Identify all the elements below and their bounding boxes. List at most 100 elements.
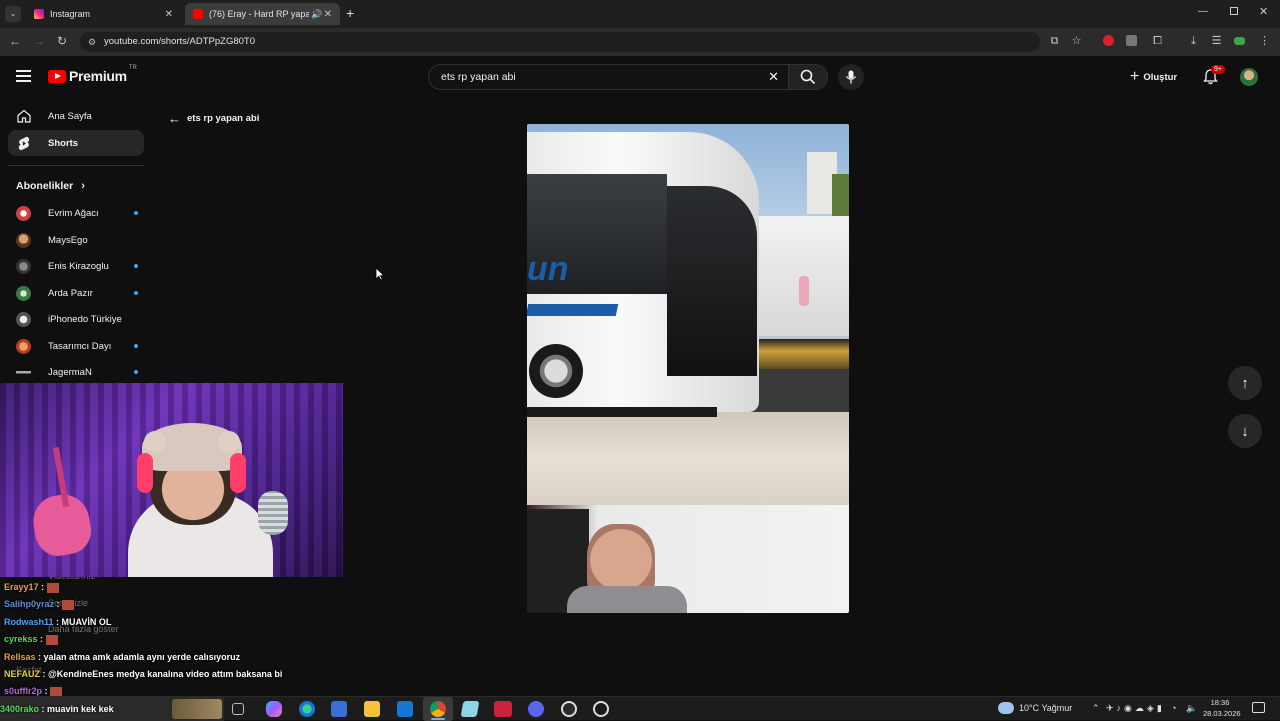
chat-user: NEFAUZ bbox=[4, 669, 40, 679]
back-label: ets rp yapan abi bbox=[187, 113, 260, 124]
tray-overflow-icon[interactable]: ⌃ bbox=[1092, 703, 1100, 714]
video-ground bbox=[527, 412, 849, 505]
task-view-icon[interactable] bbox=[232, 703, 244, 715]
media-control-icon[interactable]: ☰ bbox=[1210, 35, 1223, 48]
live-dot bbox=[134, 344, 138, 348]
chat-sep: : bbox=[39, 704, 48, 714]
back-to-search-link[interactable]: ← ets rp yapan abi bbox=[168, 111, 259, 126]
shorts-video-player[interactable]: un bbox=[527, 124, 849, 613]
subscription-item[interactable]: Enis Kirazoglu bbox=[16, 256, 138, 276]
back-icon[interactable]: ← bbox=[9, 34, 21, 48]
weather-icon[interactable] bbox=[998, 702, 1014, 714]
close-tab-icon[interactable]: ✕ bbox=[324, 9, 332, 20]
chat-emote-icon bbox=[46, 582, 59, 593]
bookmark-star-icon[interactable]: ☆ bbox=[1070, 35, 1083, 48]
previous-short-button[interactable]: ↑ bbox=[1228, 366, 1262, 400]
tray-app-icons[interactable]: ✈♪◉☁◈▮ bbox=[1106, 703, 1165, 714]
create-button[interactable]: + Oluştur bbox=[1130, 68, 1177, 86]
download-icon[interactable]: ⤓ bbox=[1187, 35, 1200, 48]
volume-icon[interactable]: 🔈 bbox=[1186, 703, 1197, 714]
start-search-area[interactable]: 3400rako : muavin kek kek bbox=[0, 697, 224, 721]
sidebar-item-label: Ana Sayfa bbox=[48, 110, 92, 122]
install-app-icon[interactable]: ⧉ bbox=[1048, 35, 1061, 48]
profile-extension-icon[interactable] bbox=[1234, 35, 1247, 48]
youtube-header: Premium TR ets rp yapan abi ✕ + Oluştur … bbox=[0, 56, 1280, 100]
channel-name: Evrim Ağacı bbox=[48, 207, 99, 219]
extensions-puzzle-icon[interactable]: ⧠ bbox=[1151, 35, 1164, 48]
extension-gray-icon[interactable] bbox=[1126, 35, 1139, 48]
edge-icon[interactable] bbox=[299, 701, 315, 717]
subscriptions-heading[interactable]: Abonelikler › bbox=[16, 180, 85, 192]
menu-icon[interactable] bbox=[16, 70, 31, 82]
store-icon[interactable] bbox=[331, 701, 347, 717]
youtube-play-icon bbox=[48, 69, 66, 83]
subscription-item[interactable]: iPhonedo Türkiye bbox=[16, 309, 136, 329]
sidebar-divider bbox=[8, 165, 144, 166]
search-button[interactable] bbox=[788, 64, 828, 90]
notifications-button[interactable]: 9+ bbox=[1203, 65, 1225, 85]
minimize-icon[interactable]: — bbox=[1198, 6, 1208, 17]
chat-text: MUAVİN OL bbox=[61, 617, 112, 627]
channel-avatar bbox=[16, 258, 31, 274]
tab-title: (76) Eray - Hard RP yapan a bbox=[209, 9, 309, 19]
channel-avatar bbox=[16, 232, 31, 248]
avatar[interactable] bbox=[1240, 68, 1258, 86]
subscription-item[interactable]: Tasarımcı Dayı bbox=[16, 336, 138, 356]
microphone-icon bbox=[845, 70, 857, 84]
copilot-icon[interactable] bbox=[266, 701, 282, 717]
notes-app-icon[interactable] bbox=[460, 701, 480, 717]
url-bar[interactable]: ⚙ youtube.com/shorts/ADTPpZG80T0 bbox=[80, 32, 1040, 52]
clock[interactable]: 18:36 28.03.2026 bbox=[1203, 697, 1241, 721]
voice-search-button[interactable] bbox=[838, 64, 864, 90]
sidebar-item-label: Shorts bbox=[48, 137, 79, 149]
tab-instagram[interactable]: Instagram ✕ bbox=[26, 3, 181, 25]
chat-emote-icon bbox=[62, 599, 75, 610]
wifi-icon[interactable]: ◔ bbox=[1171, 703, 1176, 713]
next-short-button[interactable]: ↓ bbox=[1228, 414, 1262, 448]
subscription-item[interactable]: MaysEgo bbox=[16, 230, 136, 250]
tab-youtube[interactable]: (76) Eray - Hard RP yapan a 🔊 ✕ bbox=[185, 3, 340, 25]
chat-message: Salihp0yraz : bbox=[4, 599, 75, 610]
sidebar-item-shorts[interactable]: Shorts bbox=[8, 130, 144, 156]
video-editor-icon[interactable] bbox=[494, 701, 512, 717]
channel-name: iPhonedo Türkiye bbox=[48, 313, 122, 325]
speaker-icon[interactable]: 🔊 bbox=[311, 9, 322, 20]
clear-search-icon[interactable]: ✕ bbox=[768, 65, 779, 89]
forward-icon[interactable]: → bbox=[33, 34, 45, 48]
arrow-up-icon: ↑ bbox=[1241, 374, 1249, 392]
browser-toolbar: ← → ↻ ⚙ youtube.com/shorts/ADTPpZG80T0 ⧉… bbox=[0, 28, 1280, 56]
restore-icon[interactable] bbox=[1230, 7, 1238, 15]
windows-taskbar: 3400rako : muavin kek kek 10°C Yağmur ⌃ … bbox=[0, 696, 1280, 721]
webcam-headphone bbox=[137, 453, 153, 493]
media-player-icon[interactable] bbox=[593, 701, 609, 717]
discord-icon[interactable] bbox=[528, 701, 544, 717]
extension-red-icon[interactable] bbox=[1103, 35, 1116, 48]
sidebar-item-home[interactable]: Ana Sayfa bbox=[8, 103, 144, 129]
browser-menu-icon[interactable]: ⋮ bbox=[1258, 35, 1271, 48]
reload-icon[interactable]: ↻ bbox=[57, 34, 67, 48]
new-tab-button[interactable]: + bbox=[346, 5, 354, 21]
outlook-icon[interactable] bbox=[397, 701, 413, 717]
tab-search-dropdown-icon[interactable]: ⌄ bbox=[5, 6, 21, 22]
site-info-icon[interactable]: ⚙ bbox=[88, 32, 96, 52]
chevron-right-icon: › bbox=[81, 180, 85, 192]
close-window-icon[interactable]: ✕ bbox=[1259, 5, 1268, 18]
live-dot bbox=[134, 291, 138, 295]
youtube-logo[interactable]: Premium TR bbox=[48, 65, 137, 84]
close-tab-icon[interactable]: ✕ bbox=[165, 9, 173, 20]
subscription-item[interactable]: Evrim Ağacı bbox=[16, 203, 138, 223]
channel-avatar bbox=[16, 364, 31, 380]
chat-text: yalan atma amk adamla aynı yerde calısıy… bbox=[43, 652, 241, 662]
chrome-logo-icon bbox=[430, 701, 446, 717]
subscription-item[interactable]: Arda Pazır bbox=[16, 283, 138, 303]
search-input[interactable]: ets rp yapan abi ✕ bbox=[428, 64, 790, 90]
video-bus-logo: un bbox=[527, 250, 569, 288]
notification-center-icon[interactable] bbox=[1252, 702, 1265, 713]
weather-text[interactable]: 10°C Yağmur bbox=[1019, 703, 1072, 713]
arrow-left-icon: ← bbox=[168, 111, 181, 126]
obs-icon[interactable] bbox=[561, 701, 577, 717]
streamer-webcam bbox=[0, 383, 343, 577]
file-explorer-icon[interactable] bbox=[364, 701, 380, 717]
live-dot bbox=[134, 264, 138, 268]
subscription-item[interactable]: JagermaN bbox=[16, 362, 138, 382]
